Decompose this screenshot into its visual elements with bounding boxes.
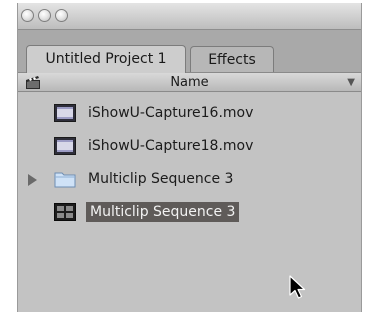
- zoom-button[interactable]: [55, 9, 68, 22]
- item-label: Multiclip Sequence 3: [86, 202, 240, 222]
- disclosure-triangle-icon[interactable]: [28, 174, 37, 186]
- list-item[interactable]: iShowU-Capture16.mov: [18, 99, 361, 127]
- mouse-pointer-icon: [289, 275, 306, 299]
- close-button[interactable]: [21, 9, 34, 22]
- list-item-selected[interactable]: Multiclip Sequence 3: [18, 198, 361, 226]
- list-item[interactable]: iShowU-Capture18.mov: [18, 132, 361, 160]
- folder-icon: [54, 172, 76, 188]
- tab-strip: Untitled Project 1 Effects: [18, 30, 361, 73]
- multiclip-icon: [54, 203, 76, 221]
- tab-untitled-project[interactable]: Untitled Project 1: [26, 45, 186, 73]
- title-bar: [18, 3, 361, 30]
- video-clip-icon: [54, 104, 76, 122]
- column-header: Name ▼: [18, 72, 361, 92]
- video-clip-icon: [54, 137, 76, 155]
- item-label: Multiclip Sequence 3: [88, 171, 234, 187]
- sort-arrow-icon[interactable]: ▼: [347, 75, 355, 91]
- browser-window: Untitled Project 1 Effects Name ▼ iShowU…: [17, 3, 362, 312]
- minimize-button[interactable]: [38, 9, 51, 22]
- item-label: iShowU-Capture18.mov: [88, 138, 254, 154]
- name-column-header[interactable]: Name: [18, 73, 361, 92]
- item-label: iShowU-Capture16.mov: [88, 105, 254, 121]
- tab-effects[interactable]: Effects: [190, 46, 274, 72]
- list-item[interactable]: Multiclip Sequence 3: [18, 165, 361, 193]
